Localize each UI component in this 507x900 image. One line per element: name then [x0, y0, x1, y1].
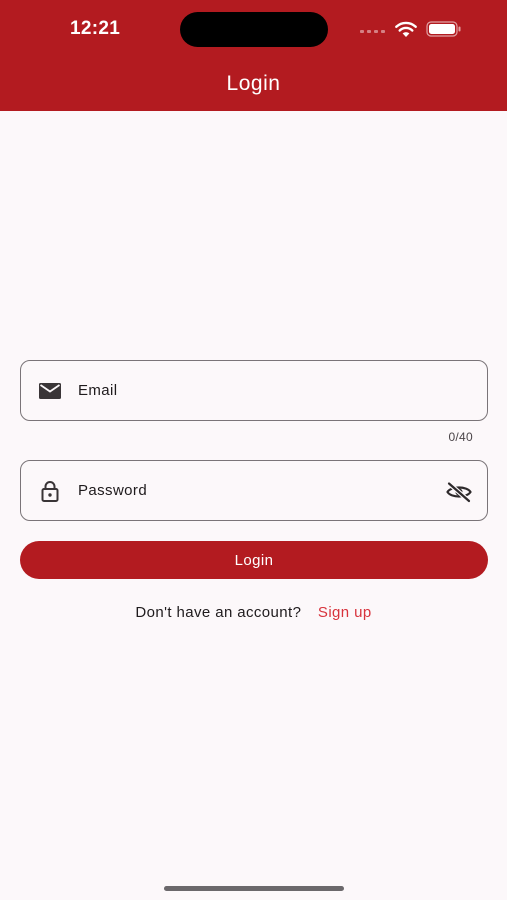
page-title: Login [226, 72, 281, 95]
email-char-counter: 0/40 [448, 430, 473, 444]
dynamic-island [180, 12, 328, 47]
password-field[interactable]: Password [20, 460, 488, 521]
cellular-signal-icon [360, 30, 385, 33]
email-label: Email [78, 382, 118, 399]
signup-link[interactable]: Sign up [318, 604, 372, 621]
lock-icon [41, 481, 59, 502]
email-field[interactable]: Email [20, 360, 488, 421]
home-indicator [164, 886, 344, 891]
login-screen: 12:21 Login Email 0/40 Password Login Do… [0, 0, 507, 900]
password-label: Password [78, 482, 148, 499]
battery-icon [426, 21, 461, 37]
signup-prompt: Don't have an account? [135, 604, 302, 621]
login-button[interactable]: Login [20, 541, 488, 579]
visibility-off-icon[interactable] [445, 480, 473, 504]
status-time: 12:21 [70, 18, 121, 39]
app-bar: 12:21 Login [0, 0, 507, 111]
mail-icon [39, 383, 61, 399]
wifi-icon [395, 21, 417, 37]
signup-row: Don't have an account? Sign up [0, 604, 507, 621]
